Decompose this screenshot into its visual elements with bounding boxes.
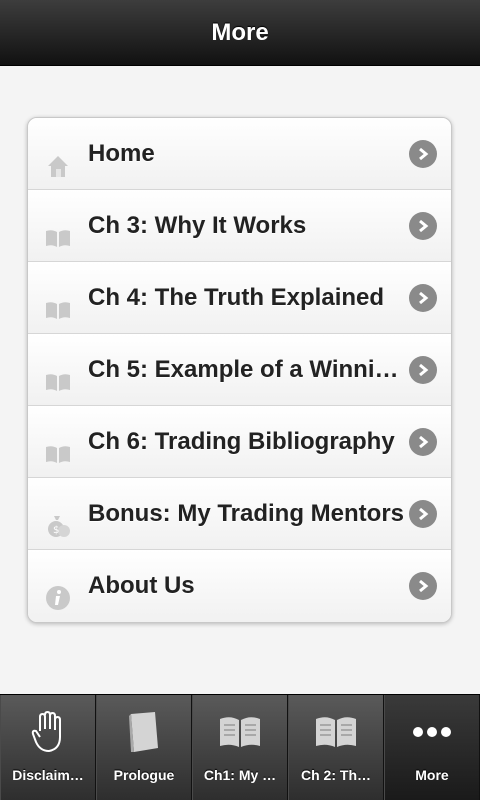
home-icon bbox=[44, 152, 72, 180]
bottom-tab-bar: Disclaim… Prologue Ch1: My … Ch 2: Th… M… bbox=[0, 694, 480, 800]
open-book-icon bbox=[217, 709, 263, 755]
tab-label: Ch 2: Th… bbox=[301, 767, 371, 783]
menu-list: Home Ch 3: Why It Works Ch 4: The Truth … bbox=[27, 117, 452, 623]
list-item-about[interactable]: About Us bbox=[28, 550, 451, 622]
hand-icon bbox=[25, 709, 71, 755]
tab-more[interactable]: More bbox=[384, 695, 480, 800]
list-item-label: Ch 5: Example of a Winnin… bbox=[88, 356, 408, 383]
list-item-ch4[interactable]: Ch 4: The Truth Explained bbox=[28, 262, 451, 334]
book-icon bbox=[44, 368, 72, 396]
tab-ch2[interactable]: Ch 2: Th… bbox=[288, 695, 384, 800]
chevron-right-icon bbox=[409, 572, 437, 600]
book-icon bbox=[44, 224, 72, 252]
book-icon bbox=[44, 296, 72, 324]
list-item-ch3[interactable]: Ch 3: Why It Works bbox=[28, 190, 451, 262]
chevron-right-icon bbox=[409, 284, 437, 312]
info-icon bbox=[44, 584, 72, 612]
list-item-label: Ch 4: The Truth Explained bbox=[88, 284, 385, 311]
list-item-label: Home bbox=[88, 140, 155, 167]
chevron-right-icon bbox=[409, 140, 437, 168]
tab-prologue[interactable]: Prologue bbox=[96, 695, 192, 800]
tab-ch1[interactable]: Ch1: My … bbox=[192, 695, 288, 800]
svg-text:$: $ bbox=[53, 525, 59, 536]
list-item-label: About Us bbox=[88, 572, 195, 599]
tab-label: Ch1: My … bbox=[203, 767, 277, 783]
list-item-label: Ch 3: Why It Works bbox=[88, 212, 307, 239]
page-title: More bbox=[211, 18, 269, 46]
list-item-label: Bonus: My Trading Mentors bbox=[88, 500, 405, 527]
chevron-right-icon bbox=[409, 500, 437, 528]
header-bar: More bbox=[0, 0, 480, 66]
chevron-right-icon bbox=[409, 356, 437, 384]
book-closed-icon bbox=[121, 709, 167, 755]
list-item-ch5[interactable]: Ch 5: Example of a Winnin… bbox=[28, 334, 451, 406]
list-item-ch6[interactable]: Ch 6: Trading Bibliography bbox=[28, 406, 451, 478]
content-area: Home Ch 3: Why It Works Ch 4: The Truth … bbox=[0, 66, 480, 694]
book-icon bbox=[44, 440, 72, 468]
chevron-right-icon bbox=[409, 212, 437, 240]
list-item-label: Ch 6: Trading Bibliography bbox=[88, 428, 395, 455]
more-dots-icon bbox=[409, 709, 455, 755]
list-item-bonus[interactable]: $ Bonus: My Trading Mentors bbox=[28, 478, 451, 550]
tab-label: Disclaim… bbox=[12, 767, 84, 783]
chevron-right-icon bbox=[409, 428, 437, 456]
list-item-home[interactable]: Home bbox=[28, 118, 451, 190]
open-book-icon bbox=[313, 709, 359, 755]
tab-label: More bbox=[415, 767, 449, 783]
tab-disclaimer[interactable]: Disclaim… bbox=[0, 695, 96, 800]
money-bag-icon: $ bbox=[44, 512, 72, 540]
tab-label: Prologue bbox=[113, 767, 175, 783]
